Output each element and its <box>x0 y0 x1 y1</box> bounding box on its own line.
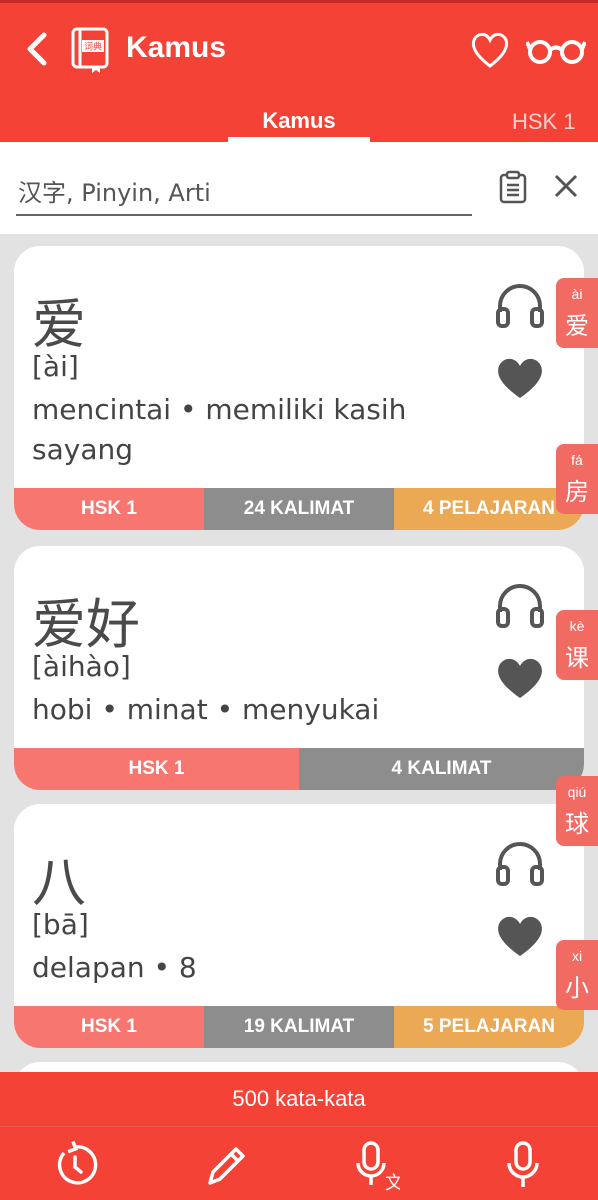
app-bar: 词典 Kamus <box>0 0 598 96</box>
side-index-item[interactable]: fá 房 <box>556 444 598 514</box>
pencil-icon[interactable] <box>200 1139 250 1191</box>
headphones-icon[interactable] <box>494 582 546 628</box>
sentences-tag[interactable]: 19 KALIMAT <box>204 1006 394 1048</box>
svg-text:文: 文 <box>385 1173 400 1191</box>
side-index-pinyin: fá <box>571 452 583 468</box>
word-card-partial[interactable] <box>14 1062 584 1072</box>
side-index-hanzi: 爱 <box>565 312 589 340</box>
tag-row: HSK 1 19 KALIMAT 5 PELAJARAN <box>14 1006 584 1048</box>
word-meaning: mencintai • memiliki kasih sayang <box>32 393 407 466</box>
close-icon[interactable] <box>552 172 580 200</box>
side-index-pinyin: qiú <box>567 784 587 800</box>
hsk-level-tag[interactable]: HSK 1 <box>14 748 299 790</box>
tab-hsk-1[interactable]: HSK 1 <box>512 96 576 148</box>
word-pinyin: [ài] <box>32 350 79 383</box>
word-meaning: hobi • minat • menyukai <box>32 693 380 726</box>
hsk-level-tag[interactable]: HSK 1 <box>14 1006 204 1048</box>
history-icon[interactable] <box>50 1139 100 1191</box>
tab-bar: Kamus HSK 1 <box>0 96 598 142</box>
mic-icon[interactable] <box>498 1139 548 1191</box>
sentences-tag[interactable]: 4 KALIMAT <box>299 748 584 790</box>
headphones-icon[interactable] <box>494 282 546 328</box>
word-hanzi: 爱好 <box>32 593 140 656</box>
side-index-hanzi: 球 <box>565 810 589 838</box>
favorites-heart-icon[interactable] <box>470 31 510 69</box>
sentences-tag[interactable]: 24 KALIMAT <box>204 488 394 530</box>
side-index-hanzi: 小 <box>565 974 589 1002</box>
word-card[interactable]: 八 [bā] delapan • 8 HSK 1 19 KALIMAT 5 PE… <box>14 804 584 1048</box>
favorite-heart-icon[interactable] <box>496 356 544 400</box>
word-count-label: 500 kata-kata <box>0 1072 598 1126</box>
side-index-pinyin: ài <box>571 286 583 302</box>
word-hanzi: 八 <box>32 851 86 914</box>
search-input[interactable] <box>16 172 472 216</box>
dictionary-book-icon: 词典 <box>71 27 109 73</box>
side-index-pinyin: xi <box>571 948 583 964</box>
bottom-nav: 文 <box>0 1126 598 1200</box>
side-index-item[interactable]: qiú 球 <box>556 776 598 846</box>
headphones-icon[interactable] <box>494 840 546 886</box>
tag-row: HSK 1 24 KALIMAT 4 PELAJARAN <box>14 488 584 530</box>
favorite-heart-icon[interactable] <box>496 914 544 958</box>
favorite-heart-icon[interactable] <box>496 656 544 700</box>
mic-translate-icon[interactable]: 文 <box>350 1139 400 1191</box>
hsk-level-tag[interactable]: HSK 1 <box>14 488 204 530</box>
lessons-tag[interactable]: 5 PELAJARAN <box>394 1006 584 1048</box>
glasses-icon[interactable] <box>526 35 586 65</box>
word-meaning: delapan • 8 <box>32 951 197 984</box>
back-chevron-icon[interactable] <box>20 29 52 69</box>
side-index-item[interactable]: xi 小 <box>556 940 598 1010</box>
word-pinyin: [bā] <box>32 908 89 941</box>
word-card[interactable]: 爱 [ài] mencintai • memiliki kasih sayang… <box>14 246 584 530</box>
word-card[interactable]: 爱好 [àihào] hobi • minat • menyukai HSK 1… <box>14 546 584 790</box>
side-index-item[interactable]: kè 课 <box>556 610 598 680</box>
side-index-hanzi: 课 <box>565 644 589 672</box>
word-list[interactable]: 爱 [ài] mencintai • memiliki kasih sayang… <box>0 234 598 1072</box>
side-index-hanzi: 房 <box>565 478 589 506</box>
tag-row: HSK 1 4 KALIMAT <box>14 748 584 790</box>
tab-kamus[interactable]: Kamus <box>228 96 370 142</box>
clipboard-icon[interactable] <box>498 170 528 204</box>
book-badge-text: 词典 <box>84 41 102 53</box>
word-pinyin: [àihào] <box>32 650 131 683</box>
side-index-item[interactable]: ài 爱 <box>556 278 598 348</box>
app-title: Kamus <box>126 31 227 64</box>
side-index-pinyin: kè <box>569 618 585 634</box>
word-hanzi: 爱 <box>32 293 86 356</box>
